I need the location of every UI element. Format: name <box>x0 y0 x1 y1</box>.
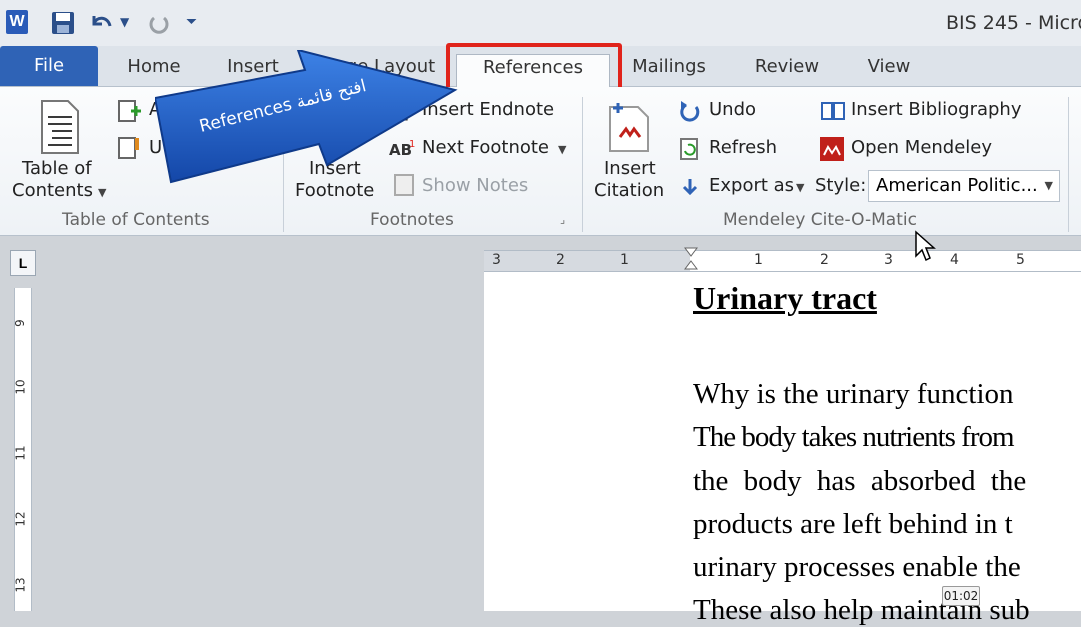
refresh-icon[interactable] <box>678 137 702 161</box>
export-as-icon[interactable] <box>678 175 702 199</box>
vertical-ruler[interactable]: 9 10 11 12 13 <box>12 288 32 611</box>
tab-mailings[interactable]: Mailings <box>628 54 710 86</box>
ruler-number: 3 <box>884 252 893 268</box>
next-footnote-dropdown-icon[interactable]: ▼ <box>558 143 566 156</box>
citation-style-select[interactable]: American Politic... ▼ <box>868 170 1060 202</box>
mendeley-undo-label[interactable]: Undo <box>709 99 756 120</box>
chevron-down-icon[interactable]: ▼ <box>1045 171 1053 201</box>
customize-toolbar-icon[interactable]: ⏷ <box>186 8 197 36</box>
refresh-label[interactable]: Refresh <box>709 137 777 158</box>
ruler-number: 12 <box>13 511 28 527</box>
insert-citation-label-2[interactable]: Citation <box>594 180 664 201</box>
document-area: L 3 2 1 1 1 2 3 4 5 9 10 11 12 13 Urinar… <box>0 236 1081 626</box>
ruler-number: 11 <box>13 445 28 461</box>
document-line: The body takes nutrients from <box>693 421 1015 453</box>
window-title: BIS 245 - Micro <box>946 12 1081 34</box>
document-line: Why is the urinary function <box>693 378 1014 410</box>
citation-style-value: American Politic... <box>876 175 1038 196</box>
ruler-number: 2 <box>820 252 829 268</box>
footnotes-group-label: Footnotes <box>370 210 454 230</box>
document-line: urinary processes enable the <box>693 551 1021 583</box>
tab-view[interactable]: View <box>858 54 920 86</box>
footnotes-dialog-launcher-icon[interactable]: ⌟ <box>560 213 565 226</box>
tab-file[interactable]: File <box>0 46 98 86</box>
ruler-number: 3 <box>492 252 501 268</box>
word-logo-icon[interactable]: W <box>6 10 28 34</box>
tab-review[interactable]: Review <box>746 54 828 86</box>
insert-citation-label-1[interactable]: Insert <box>604 158 656 179</box>
ruler-number: 1 <box>620 252 629 268</box>
group-separator <box>582 97 583 232</box>
mendeley-undo-icon[interactable] <box>678 99 702 123</box>
tab-selector-button[interactable]: L <box>10 250 36 276</box>
ruler-margin <box>484 251 690 271</box>
ruler-number: 9 <box>12 319 27 327</box>
horizontal-ruler[interactable]: 3 2 1 1 1 2 3 4 5 <box>484 247 1081 275</box>
open-mendeley-label[interactable]: Open Mendeley <box>851 137 992 158</box>
ruler-number: 1 <box>754 252 763 268</box>
tutorial-arrow-annotation: References افتح قائمة <box>155 50 458 184</box>
ruler-number: 13 <box>13 577 28 593</box>
insert-citation-icon[interactable] <box>604 97 654 153</box>
save-icon[interactable] <box>50 10 76 36</box>
title-bar: W ▼ ⏷ BIS 245 - Micro <box>0 0 1081 46</box>
open-mendeley-icon[interactable] <box>820 137 844 161</box>
add-text-icon[interactable] <box>117 99 143 123</box>
ruler-number: 2 <box>556 252 565 268</box>
document-page[interactable]: Urinary tract Why is the urinary functio… <box>484 272 1081 626</box>
insert-bibliography-label[interactable]: Insert Bibliography <box>851 99 1021 120</box>
ruler-number: 5 <box>1016 252 1025 268</box>
mouse-cursor-icon <box>915 230 936 262</box>
group-separator <box>1068 97 1069 232</box>
toc-dropdown-icon[interactable]: ▼ <box>98 186 106 199</box>
style-label: Style: <box>815 175 867 196</box>
document-line: products are left behind in t <box>693 508 1013 540</box>
update-table-icon[interactable] <box>117 134 143 160</box>
ruler-number: 10 <box>13 379 28 395</box>
export-as-label[interactable]: Export as <box>709 175 794 196</box>
indent-marker-icon[interactable] <box>684 247 698 275</box>
ruler-number: 4 <box>950 252 959 268</box>
table-of-contents-icon[interactable] <box>38 99 82 155</box>
insert-bibliography-icon[interactable] <box>820 99 846 123</box>
references-highlight-box <box>446 43 622 93</box>
document-heading: Urinary tract <box>693 280 877 316</box>
redo-icon[interactable] <box>146 10 172 36</box>
export-as-dropdown-icon[interactable]: ▼ <box>796 181 804 194</box>
mendeley-group-label: Mendeley Cite-O-Matic <box>723 210 917 230</box>
table-of-contents-label-2[interactable]: Contents <box>12 180 93 201</box>
undo-dropdown-icon[interactable]: ▼ <box>120 8 129 36</box>
undo-icon[interactable] <box>88 10 114 36</box>
table-of-contents-label-1[interactable]: Table of <box>22 158 92 179</box>
video-timestamp: 01:02 <box>942 586 980 606</box>
document-line: the body has absorbed the <box>693 465 1027 497</box>
toc-group-label: Table of Contents <box>62 210 210 230</box>
